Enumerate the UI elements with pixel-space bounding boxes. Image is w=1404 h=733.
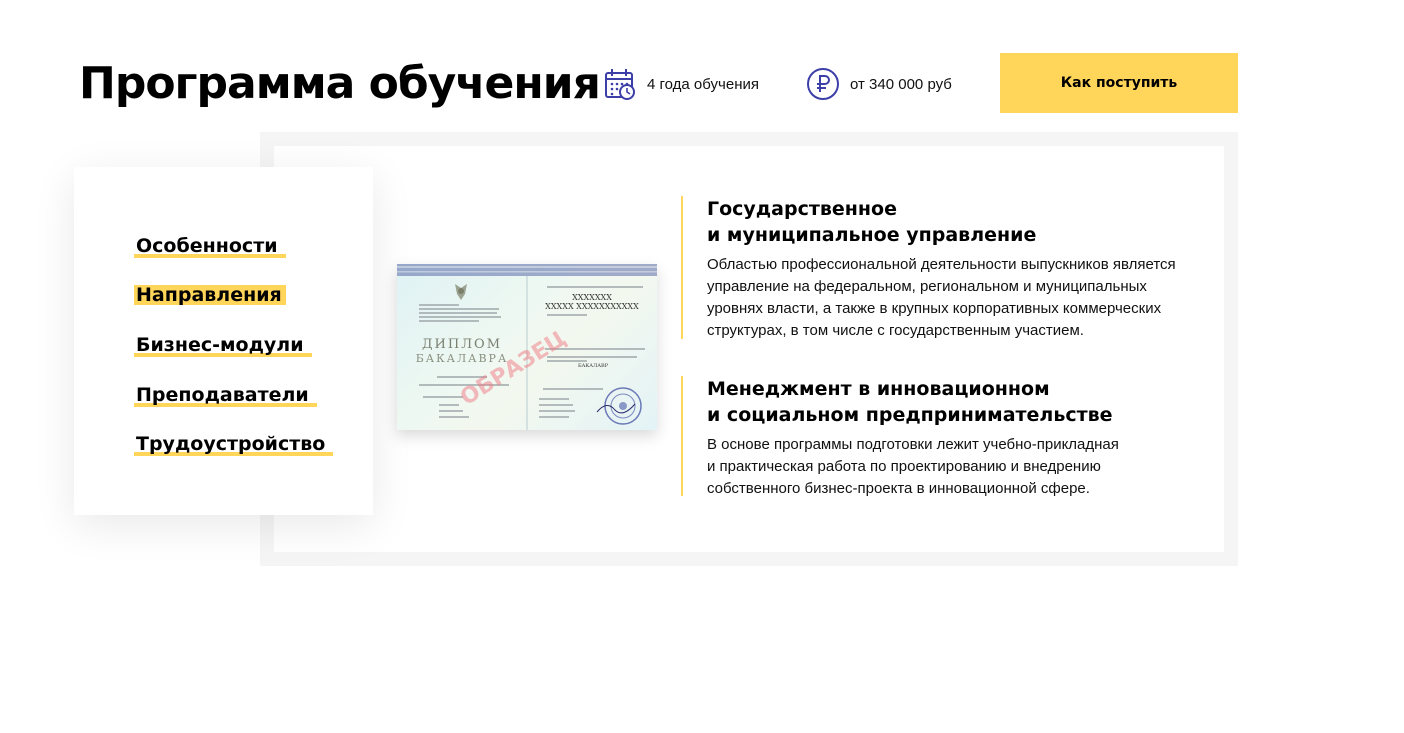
program-sidebar-nav: Особенности Направления Бизнес-модули Пр… xyxy=(74,167,373,515)
emblem-icon xyxy=(455,284,467,300)
how-to-apply-button[interactable]: Как поступить xyxy=(1000,53,1238,113)
sidebar-item-features[interactable]: Особенности xyxy=(134,233,286,259)
diploma-placeholder-1: XXXXXXX xyxy=(572,293,612,302)
duration-info: 4 года обучения xyxy=(603,66,759,102)
accent-bar xyxy=(681,196,683,339)
sidebar-item-label: Трудоустройство xyxy=(136,433,326,455)
direction-title: Государственное и муниципальное управлен… xyxy=(681,196,1201,248)
direction-description: Областью профессиональной деятельности в… xyxy=(681,254,1201,342)
description-line: управление на федеральном, региональном … xyxy=(707,278,1147,295)
sidebar-item-label: Направления xyxy=(136,284,282,306)
ruble-icon xyxy=(806,67,840,101)
sidebar-item-label: Преподаватели xyxy=(136,384,309,406)
direction-innovation-management: Менеджмент в инновационном и социальном … xyxy=(681,376,1201,500)
sidebar-item-label: Бизнес-модули xyxy=(136,334,304,356)
page-title: Программа обучения xyxy=(79,58,601,109)
diploma-subheading: БАКАЛАВРА xyxy=(416,352,509,365)
sidebar-item-business-modules[interactable]: Бизнес-модули xyxy=(134,332,312,358)
calendar-clock-icon xyxy=(603,67,637,101)
description-line: и практическая работа по проектированию … xyxy=(707,458,1101,475)
price-text: от 340 000 руб xyxy=(850,75,952,93)
direction-description: В основе программы подготовки лежит учеб… xyxy=(681,434,1201,500)
diploma-heading: ДИПЛОМ xyxy=(422,337,502,352)
diploma-sample-image: ДИПЛОМ БАКАЛАВРА XXXXXXX XXXXX XXXXXXXXX… xyxy=(397,264,657,430)
description-line: В основе программы подготовки лежит учеб… xyxy=(707,436,1119,453)
direction-title: Менеджмент в инновационном и социальном … xyxy=(681,376,1201,428)
accent-bar xyxy=(681,376,683,496)
stamp-seal-icon xyxy=(596,387,642,425)
description-line: структурах, в том числе с государственны… xyxy=(707,322,1084,339)
diploma-placeholder-2: XXXXX XXXXXXXXXXX xyxy=(545,302,639,311)
duration-text: 4 года обучения xyxy=(647,75,759,93)
description-line: Областью профессиональной деятельности в… xyxy=(707,256,1176,273)
sidebar-item-directions[interactable]: Направления xyxy=(134,282,286,308)
title-line: Государственное xyxy=(707,198,897,220)
sidebar-item-teachers[interactable]: Преподаватели xyxy=(134,382,317,408)
title-line: и социальном предпринимательстве xyxy=(707,404,1113,426)
price-info: от 340 000 руб xyxy=(806,66,952,102)
sidebar-item-employment[interactable]: Трудоустройство xyxy=(134,431,334,457)
description-line: уровнях власти, а также в крупных корпор… xyxy=(707,300,1162,317)
title-line: Менеджмент в инновационном xyxy=(707,378,1050,400)
diploma-degree: БАКАЛАВР xyxy=(578,363,609,369)
description-line: собственного бизнес-проекта в инновацион… xyxy=(707,480,1090,497)
sidebar-item-label: Особенности xyxy=(136,235,278,257)
title-line: и муниципальное управление xyxy=(707,224,1037,246)
direction-state-management: Государственное и муниципальное управлен… xyxy=(681,196,1201,342)
